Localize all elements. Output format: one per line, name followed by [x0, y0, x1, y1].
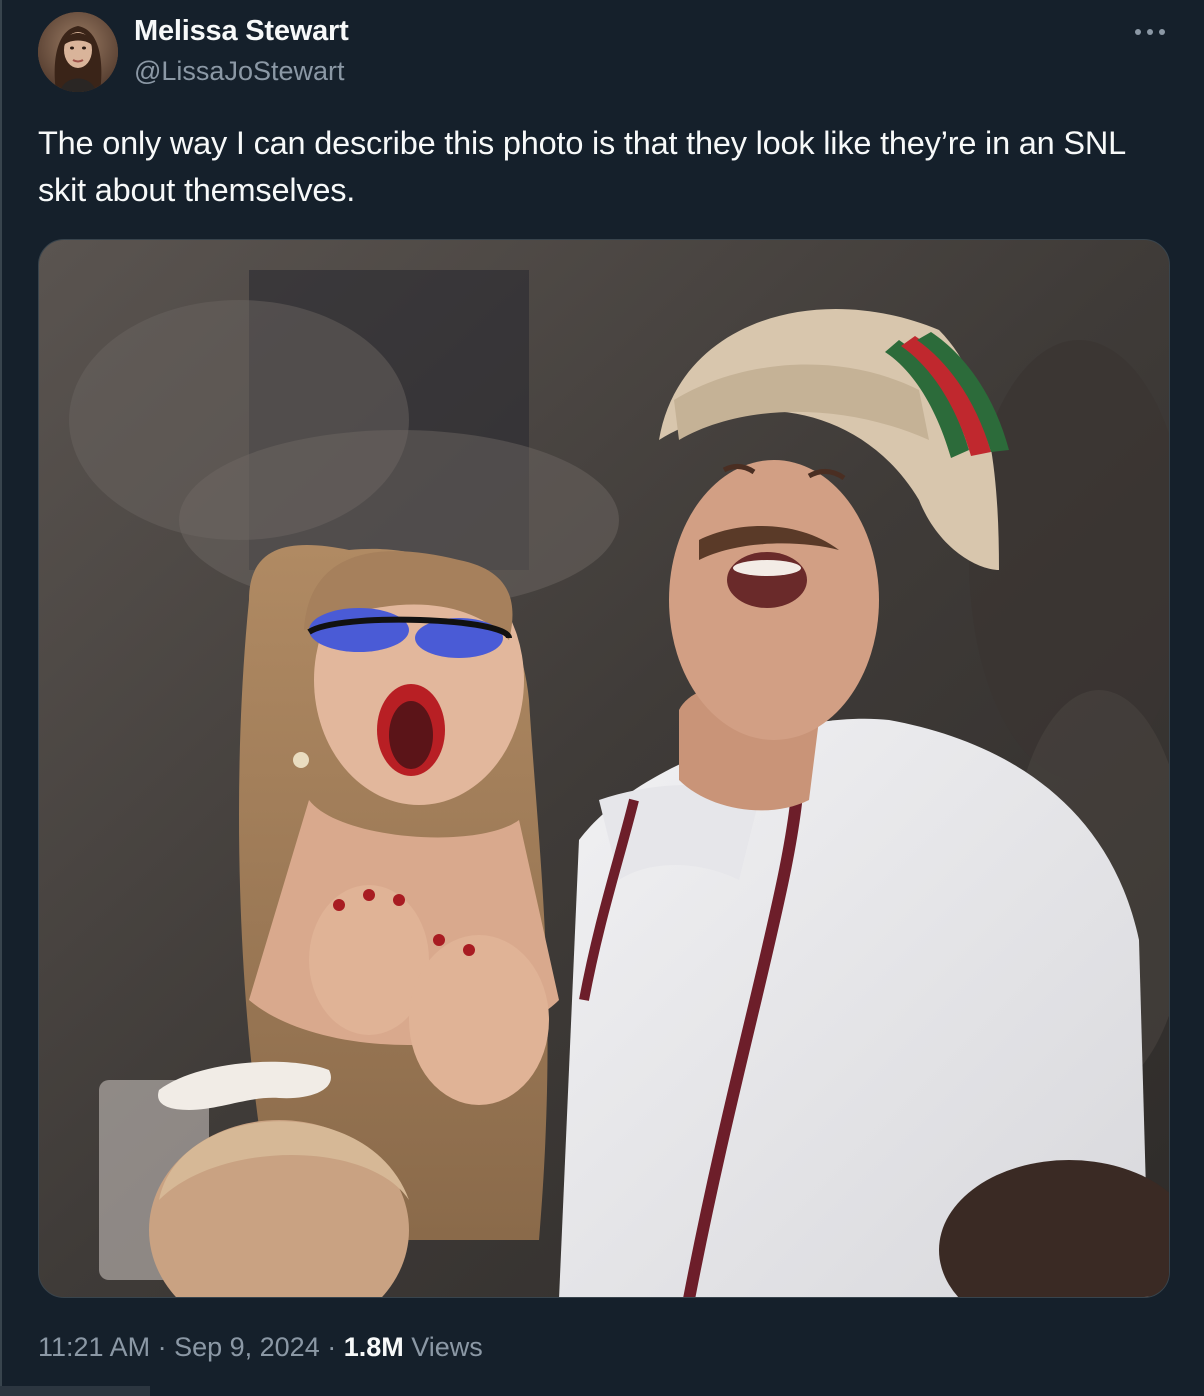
more-horizontal-icon	[1135, 29, 1165, 35]
more-options-button[interactable]	[1128, 18, 1172, 46]
author-avatar[interactable]	[38, 12, 118, 92]
author-display-name[interactable]: Melissa Stewart	[134, 15, 349, 48]
bottom-divider	[0, 1386, 150, 1396]
tweet-date[interactable]: Sep 9, 2024	[174, 1332, 320, 1362]
tweet-text: The only way I can describe this photo i…	[38, 125, 1125, 208]
tweet-meta: 11:21 AM · Sep 9, 2024 · 1.8M Views	[38, 1332, 483, 1363]
photo-image	[39, 240, 1169, 1297]
avatar-image	[38, 12, 118, 92]
tweet-card: Melissa Stewart @LissaJoStewart The only…	[0, 0, 1204, 1396]
meta-separator: ·	[150, 1332, 175, 1362]
meta-separator: ·	[319, 1332, 344, 1362]
author-handle[interactable]: @LissaJoStewart	[134, 56, 345, 87]
tweet-time[interactable]: 11:21 AM	[38, 1332, 150, 1362]
tweet-photo[interactable]	[38, 239, 1170, 1298]
views-label[interactable]: Views	[411, 1332, 483, 1362]
views-count[interactable]: 1.8M	[344, 1332, 404, 1362]
timeline-border	[0, 0, 2, 1396]
